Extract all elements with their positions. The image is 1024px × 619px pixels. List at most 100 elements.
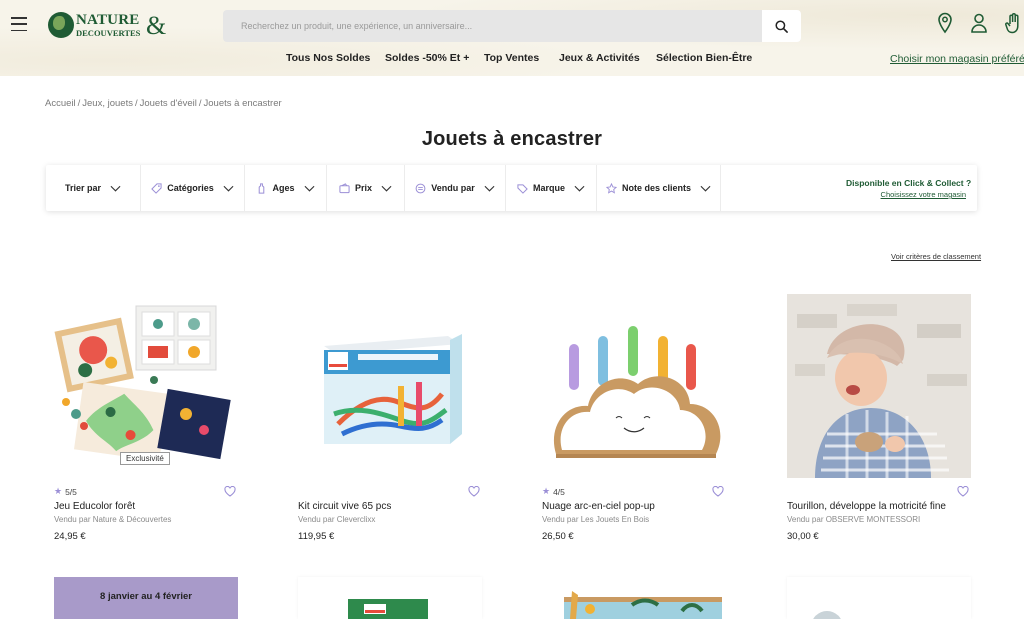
product-card-partial[interactable]: 8 janvier au 4 février — [54, 577, 238, 619]
product-name[interactable]: Nuage arc-en-ciel pop-up — [542, 501, 726, 512]
menu-icon[interactable] — [11, 17, 27, 31]
product-card: Kit circuit vive 65 pcs Vendu par Clever… — [298, 294, 482, 542]
search-icon — [775, 19, 788, 33]
product-card-partial[interactable] — [787, 577, 971, 619]
product-price: 26,50 € — [542, 531, 574, 542]
filter-vendu-par[interactable]: Vendu par — [405, 165, 506, 211]
breadcrumb-separator: / — [134, 98, 138, 109]
search-button[interactable] — [762, 10, 801, 42]
breadcrumb-separator: / — [77, 98, 81, 109]
wallet-icon — [339, 182, 350, 193]
product-card: Exclusivité ★ 5/5 Jeu Educolor forêt Vend… — [54, 294, 238, 542]
product-image[interactable] — [542, 294, 726, 478]
heart-icon[interactable] — [468, 486, 480, 497]
product-seller: Vendu par Les Jouets En Bois — [542, 515, 650, 524]
heart-icon[interactable] — [712, 486, 724, 497]
product-rating: ★ 4/5 — [542, 486, 726, 497]
breadcrumb-item-jeux-jouets[interactable]: Jeux, jouets — [82, 98, 133, 109]
nav-item-tous-nos-soldes[interactable]: Tous Nos Soldes — [286, 52, 370, 64]
baby-photo-image — [787, 294, 971, 478]
breadcrumb-item-accueil[interactable]: Accueil — [45, 98, 76, 109]
product-image[interactable]: Exclusivité — [54, 294, 238, 478]
product-seller: Vendu par Nature & Découvertes — [54, 515, 172, 524]
product-name[interactable]: Jeu Educolor forêt — [54, 501, 238, 512]
breadcrumb: Accueil / Jeux, jouets / Jouets d'éveil / Joue… — [45, 98, 282, 109]
product-card-partial[interactable] — [298, 577, 482, 619]
product-image-partial — [564, 591, 722, 619]
rating-value: 5/5 — [65, 486, 77, 497]
chevron-down-icon — [574, 185, 585, 192]
filter-ages[interactable]: Ages — [245, 165, 327, 211]
search-input[interactable] — [223, 10, 763, 42]
product-rating: ★ 5/5 — [54, 486, 238, 497]
product-image-partial — [813, 611, 841, 619]
product-card: Tourillon, développe la motricité fine V… — [787, 294, 971, 542]
tag-icon — [151, 182, 162, 194]
site-logo[interactable]: NATURE DECOUVERTES & — [48, 9, 170, 41]
choose-store-link-small[interactable]: Choisissez votre magasin — [846, 190, 966, 199]
product-name[interactable]: Tourillon, développe la motricité fine — [787, 501, 971, 512]
nav-item-top-ventes[interactable]: Top Ventes — [484, 52, 539, 64]
location-pin-icon[interactable] — [936, 12, 954, 34]
nav-item-selection-bien-etre[interactable]: Sélection Bien-Être — [656, 52, 752, 64]
breadcrumb-separator: / — [198, 98, 202, 109]
star-icon: ★ — [54, 486, 63, 496]
product-image[interactable] — [787, 294, 971, 478]
filter-label: Catégories — [167, 183, 214, 193]
click-collect-block: Disponible en Click & Collect ? Choisiss… — [846, 178, 972, 199]
chevron-down-icon — [484, 185, 495, 192]
product-price: 24,95 € — [54, 531, 86, 542]
rainbow-cloud-image — [542, 294, 726, 478]
vendor-icon — [415, 183, 426, 193]
user-icon[interactable] — [970, 12, 988, 34]
main-nav: Tous Nos Soldes Soldes -50% Et + Top Ven… — [0, 52, 1024, 66]
heart-icon[interactable] — [957, 486, 969, 497]
filter-prix[interactable]: Prix — [327, 165, 405, 211]
label-icon — [517, 183, 528, 194]
filter-bar: Trier par Catégories Ages Prix Vendu par… — [46, 165, 977, 211]
product-price: 30,00 € — [787, 531, 819, 542]
educolor-puzzle-image — [54, 294, 238, 478]
product-card-partial[interactable] — [542, 577, 726, 619]
promo-banner-text: 8 janvier au 4 février — [100, 591, 192, 602]
exclusive-badge: Exclusivité — [120, 452, 170, 465]
breadcrumb-item-current: Jouets à encastrer — [203, 98, 282, 109]
filter-marque[interactable]: Marque — [506, 165, 597, 211]
hand-icon[interactable] — [1004, 12, 1022, 34]
chevron-down-icon — [381, 185, 392, 192]
bottle-icon — [259, 182, 265, 194]
logo-globe-icon — [48, 12, 74, 38]
filter-label: Note des clients — [621, 183, 692, 193]
product-name[interactable]: Kit circuit vive 65 pcs — [298, 501, 482, 512]
filter-sort[interactable]: Trier par — [46, 165, 141, 211]
filter-label: Ages — [272, 183, 295, 193]
filter-categories[interactable]: Catégories — [141, 165, 245, 211]
filter-label: Marque — [532, 183, 565, 193]
logo-ampersand: & — [146, 11, 167, 40]
ranking-criteria-link[interactable]: Voir critères de classement — [891, 252, 981, 261]
logo-line2: DECOUVERTES — [76, 27, 141, 38]
chevron-down-icon — [223, 185, 234, 192]
choose-store-link[interactable]: Choisir mon magasin préféré — [890, 53, 1024, 65]
nav-item-jeux-activites[interactable]: Jeux & Activités — [559, 52, 640, 64]
product-image[interactable] — [298, 294, 482, 478]
site-header: NATURE DECOUVERTES & Tous Nos Soldes Sol… — [0, 0, 1024, 76]
search-bar — [223, 10, 801, 42]
star-icon: ★ — [542, 486, 551, 496]
filter-label: Trier par — [64, 183, 102, 193]
product-card: ★ 4/5 Nuage arc-en-ciel pop-up Vendu par … — [542, 294, 726, 542]
click-collect-title: Disponible en Click & Collect ? — [846, 178, 972, 188]
heart-icon[interactable] — [224, 486, 236, 497]
chevron-down-icon — [304, 185, 314, 192]
product-seller: Vendu par OBSERVE MONTESSORI — [787, 515, 921, 524]
rating-value: 4/5 — [553, 486, 565, 497]
product-image-partial — [348, 599, 428, 619]
product-price: 119,95 € — [298, 531, 335, 542]
product-seller: Vendu par Cleverclixx — [298, 515, 376, 524]
page-title: Jouets à encastrer — [421, 128, 603, 150]
filter-label: Prix — [354, 183, 372, 193]
nav-item-soldes-50[interactable]: Soldes -50% Et + — [385, 52, 469, 64]
filter-note-clients[interactable]: Note des clients — [597, 165, 721, 211]
race-track-box-image — [298, 294, 482, 478]
breadcrumb-item-jouets-eveil[interactable]: Jouets d'éveil — [140, 98, 197, 109]
